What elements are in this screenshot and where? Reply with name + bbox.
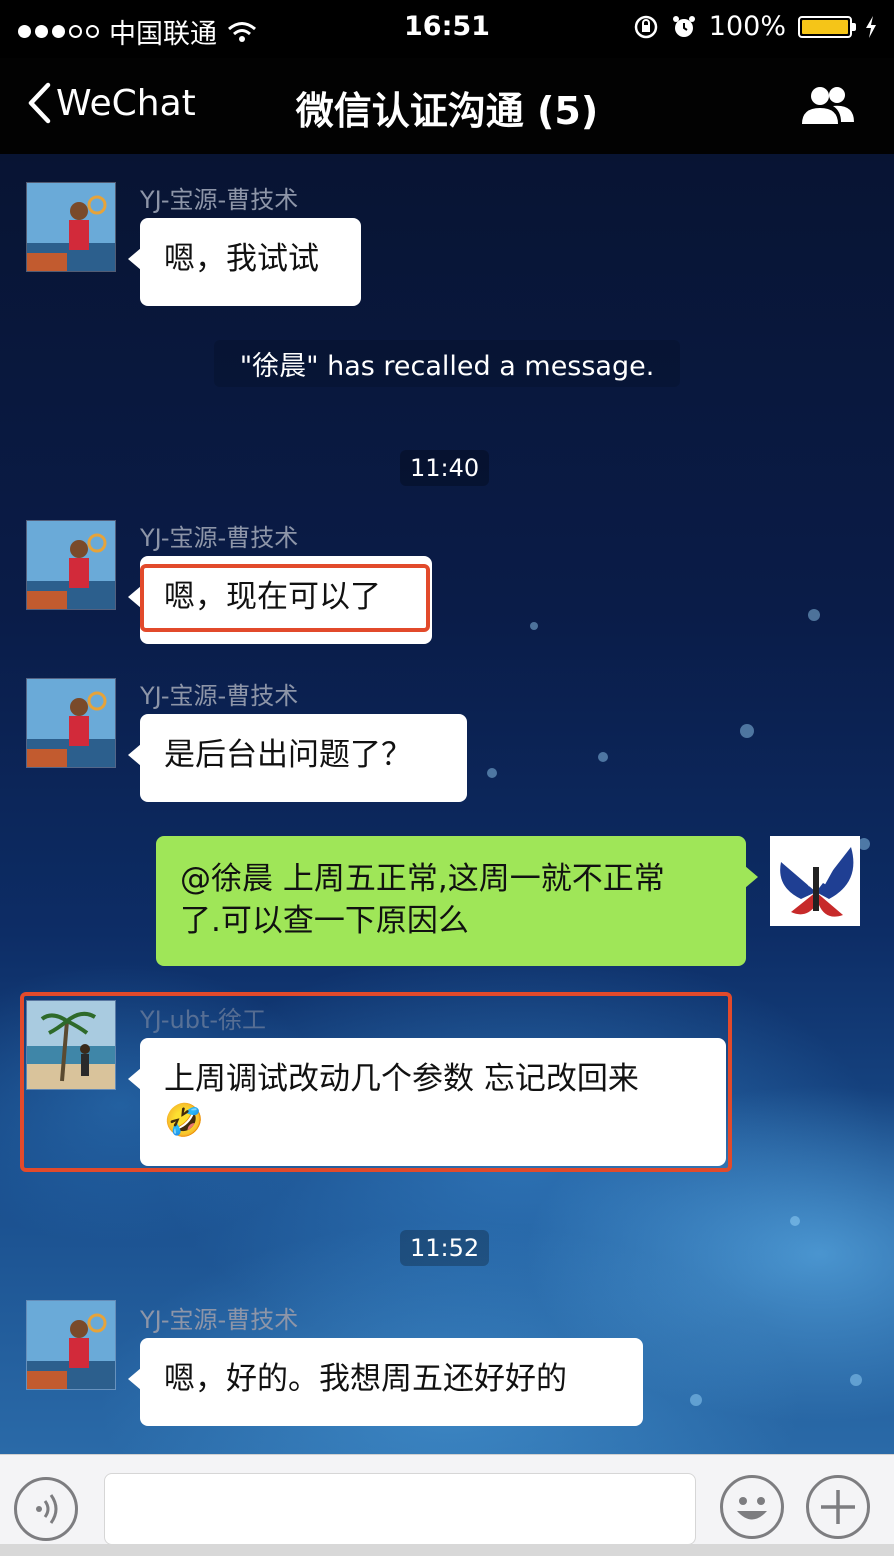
chat-title: 微信认证沟通 (5) xyxy=(295,89,599,133)
sender-name: YJ-宝源-曹技术 xyxy=(140,682,299,710)
message-input[interactable] xyxy=(104,1473,696,1545)
message-bubble[interactable]: 嗯，好的。我想周五还好好的 xyxy=(128,1338,643,1426)
plus-icon xyxy=(821,1490,855,1524)
bottom-strip xyxy=(0,1544,894,1556)
avatar[interactable] xyxy=(26,182,116,272)
bokeh-dot xyxy=(808,609,820,621)
recall-notice: "徐晨" has recalled a message. xyxy=(214,340,680,387)
timestamp: 11:40 xyxy=(400,450,490,486)
message-bubble[interactable]: 嗯，现在可以了 xyxy=(128,556,432,644)
bokeh-dot xyxy=(530,622,538,630)
own-message-bubble[interactable]: @徐晨 上周五正常,这周一就不正常 了.可以查一下原因么 xyxy=(156,836,758,966)
emoji-laugh-cry: 🤣 xyxy=(164,1101,204,1139)
alarm-icon xyxy=(672,15,695,37)
bokeh-dot xyxy=(487,768,497,778)
avatar[interactable] xyxy=(26,1000,116,1090)
charging-icon xyxy=(866,15,876,38)
voice-icon xyxy=(36,1494,58,1524)
message-bubble[interactable]: 是后台出问题了？ xyxy=(128,714,467,802)
emoji-button[interactable] xyxy=(720,1475,784,1539)
timestamp: 11:52 xyxy=(400,1230,490,1266)
avatar[interactable] xyxy=(26,1300,116,1390)
sender-name: YJ-宝源-曹技术 xyxy=(140,1306,299,1334)
status-bar: 中国联通 16:51 100% xyxy=(0,0,894,58)
emoji-icon xyxy=(737,1497,767,1520)
bokeh-dot xyxy=(850,1374,862,1386)
input-bar xyxy=(0,1454,894,1545)
avatar[interactable] xyxy=(26,520,116,610)
voice-button[interactable] xyxy=(14,1477,78,1541)
group-members-icon xyxy=(802,87,854,124)
message-bubble[interactable]: 上周调试改动几个参数 忘记改回来 🤣 xyxy=(128,1038,726,1166)
message-line: @徐晨 上周五正常,这周一就不正常 xyxy=(180,861,665,897)
nav-bar: WeChat 微信认证沟通 (5) xyxy=(0,58,894,154)
sender-name: YJ-ubt-徐工 xyxy=(140,1006,267,1034)
lock-rotation-icon xyxy=(634,15,658,38)
sender-name: YJ-宝源-曹技术 xyxy=(140,524,299,552)
own-avatar[interactable] xyxy=(770,836,860,926)
avatar[interactable] xyxy=(26,678,116,768)
battery-icon xyxy=(798,15,856,38)
bokeh-dot xyxy=(598,752,608,762)
group-members-button[interactable] xyxy=(800,84,856,130)
bokeh-dot xyxy=(790,1216,800,1226)
sender-name: YJ-宝源-曹技术 xyxy=(140,186,299,214)
bokeh-dot xyxy=(740,724,754,738)
message-text: 上周调试改动几个参数 忘记改回来 xyxy=(164,1061,639,1097)
battery-percent: 100% xyxy=(708,11,786,42)
phone-screen: 中国联通 16:51 100% WeChat 微信认证沟通 (5) YJ-宝源-… xyxy=(0,0,894,1556)
more-button[interactable] xyxy=(806,1475,870,1539)
message-bubble[interactable]: 嗯，我试试 xyxy=(128,218,361,306)
message-line: 了.可以查一下原因么 xyxy=(180,903,469,939)
bokeh-dot xyxy=(690,1394,702,1406)
chat-message-list[interactable]: YJ-宝源-曹技术 嗯，我试试 "徐晨" has recalled a mess… xyxy=(0,154,894,1454)
